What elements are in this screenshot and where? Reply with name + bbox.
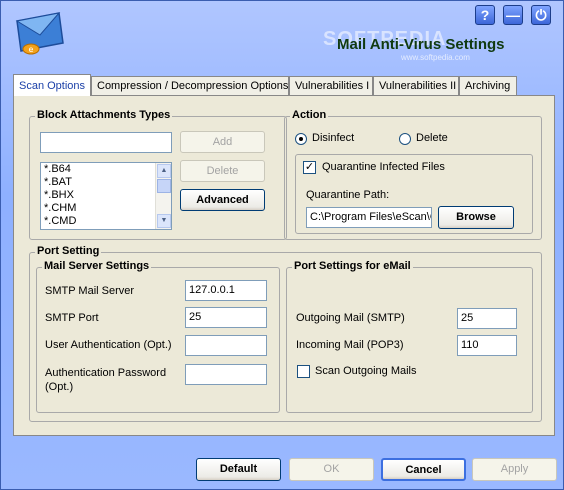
block-attachments-group: Block Attachments Types Add Delete Advan… bbox=[29, 109, 287, 240]
user-auth-label: User Authentication (Opt.) bbox=[45, 339, 172, 351]
email-ports-legend: Port Settings for eMail bbox=[292, 260, 413, 272]
scroll-thumb[interactable] bbox=[157, 179, 171, 193]
scroll-down-icon[interactable]: ▼ bbox=[157, 214, 171, 228]
help-button[interactable]: ? bbox=[475, 5, 495, 25]
auth-password-input[interactable] bbox=[185, 364, 267, 385]
power-icon: ⏻ bbox=[535, 7, 547, 23]
quarantine-path-input[interactable]: C:\Program Files\eScan\Q bbox=[306, 207, 432, 228]
smtp-server-label: SMTP Mail Server bbox=[45, 285, 135, 297]
list-item[interactable]: *.BHX bbox=[41, 189, 171, 202]
window-title: Mail Anti-Virus Settings bbox=[337, 36, 505, 53]
user-auth-input[interactable] bbox=[185, 335, 267, 356]
scan-outgoing-checkbox[interactable] bbox=[297, 365, 310, 378]
advanced-button[interactable]: Advanced bbox=[180, 189, 265, 211]
mail-server-legend: Mail Server Settings bbox=[42, 260, 152, 272]
quarantine-path-label: Quarantine Path: bbox=[306, 189, 390, 201]
block-attachments-legend: Block Attachments Types bbox=[35, 109, 173, 121]
add-button[interactable]: Add bbox=[180, 131, 265, 153]
list-item[interactable]: *.CHM bbox=[41, 202, 171, 215]
smtp-port-input[interactable]: 25 bbox=[185, 307, 267, 328]
apply-button[interactable]: Apply bbox=[472, 458, 557, 481]
auth-password-opt-label: (Opt.) bbox=[45, 381, 74, 393]
tab-vulnerabilities-1[interactable]: Vulnerabilities I bbox=[289, 76, 373, 95]
watermark-url: www.softpedia.com bbox=[401, 53, 470, 62]
scan-outgoing-label: Scan Outgoing Mails bbox=[315, 365, 417, 377]
disinfect-label: Disinfect bbox=[312, 132, 355, 144]
tab-archiving[interactable]: Archiving bbox=[459, 76, 517, 95]
default-button[interactable]: Default bbox=[196, 458, 281, 481]
smtp-server-input[interactable]: 127.0.0.1 bbox=[185, 280, 267, 301]
cancel-button[interactable]: Cancel bbox=[381, 458, 466, 481]
tab-vulnerabilities-2[interactable]: Vulnerabilities II bbox=[373, 76, 459, 95]
action-legend: Action bbox=[290, 109, 329, 121]
tab-scan-options[interactable]: Scan Options bbox=[13, 74, 91, 96]
attachment-type-input[interactable] bbox=[40, 132, 172, 153]
browse-button[interactable]: Browse bbox=[438, 206, 514, 229]
disinfect-radio[interactable] bbox=[295, 133, 307, 145]
attachment-types-list[interactable]: *.B64 *.BAT *.BHX *.CHM *.CMD ▲ ▼ bbox=[40, 162, 172, 230]
tab-compression[interactable]: Compression / Decompression Options bbox=[91, 76, 289, 95]
scroll-up-icon[interactable]: ▲ bbox=[157, 164, 171, 178]
minimize-icon: — bbox=[506, 7, 520, 23]
smtp-port-label: SMTP Port bbox=[45, 312, 99, 324]
outgoing-port-input[interactable]: 25 bbox=[457, 308, 517, 329]
ok-button[interactable]: OK bbox=[289, 458, 374, 481]
list-item[interactable]: *.CMD bbox=[41, 215, 171, 228]
close-button[interactable]: ⏻ bbox=[531, 5, 551, 25]
delete-attachment-button[interactable]: Delete bbox=[180, 160, 265, 182]
mail-server-group: Mail Server Settings SMTP Mail Server 12… bbox=[36, 260, 280, 413]
email-ports-group: Port Settings for eMail Outgoing Mail (S… bbox=[286, 260, 533, 413]
list-item[interactable]: *.BAT bbox=[41, 176, 171, 189]
port-setting-group: Port Setting Mail Server Settings SMTP M… bbox=[29, 245, 542, 422]
quarantine-checkbox[interactable]: ✓ bbox=[303, 161, 316, 174]
incoming-mail-label: Incoming Mail (POP3) bbox=[296, 339, 404, 351]
delete-radio[interactable] bbox=[399, 133, 411, 145]
svg-text:e: e bbox=[29, 45, 34, 54]
action-group: Action Disinfect Delete ✓ Quarantine Inf… bbox=[284, 109, 542, 240]
delete-label: Delete bbox=[416, 132, 448, 144]
quarantine-subgroup: ✓ Quarantine Infected Files Quarantine P… bbox=[295, 154, 533, 234]
mail-envelope-icon: e bbox=[15, 12, 64, 55]
list-scrollbar[interactable]: ▲ ▼ bbox=[155, 163, 171, 229]
settings-window: e SOFTPEDIA www.softpedia.com Mail Anti-… bbox=[0, 0, 564, 490]
minimize-button[interactable]: — bbox=[503, 5, 523, 25]
outgoing-mail-label: Outgoing Mail (SMTP) bbox=[296, 312, 405, 324]
help-icon: ? bbox=[480, 7, 490, 23]
quarantine-label: Quarantine Infected Files bbox=[322, 161, 445, 173]
list-item[interactable]: *.B64 bbox=[41, 163, 171, 176]
incoming-port-input[interactable]: 110 bbox=[457, 335, 517, 356]
scan-options-panel: Block Attachments Types Add Delete Advan… bbox=[13, 95, 555, 436]
auth-password-label: Authentication Password bbox=[45, 367, 167, 379]
port-setting-legend: Port Setting bbox=[35, 245, 102, 257]
